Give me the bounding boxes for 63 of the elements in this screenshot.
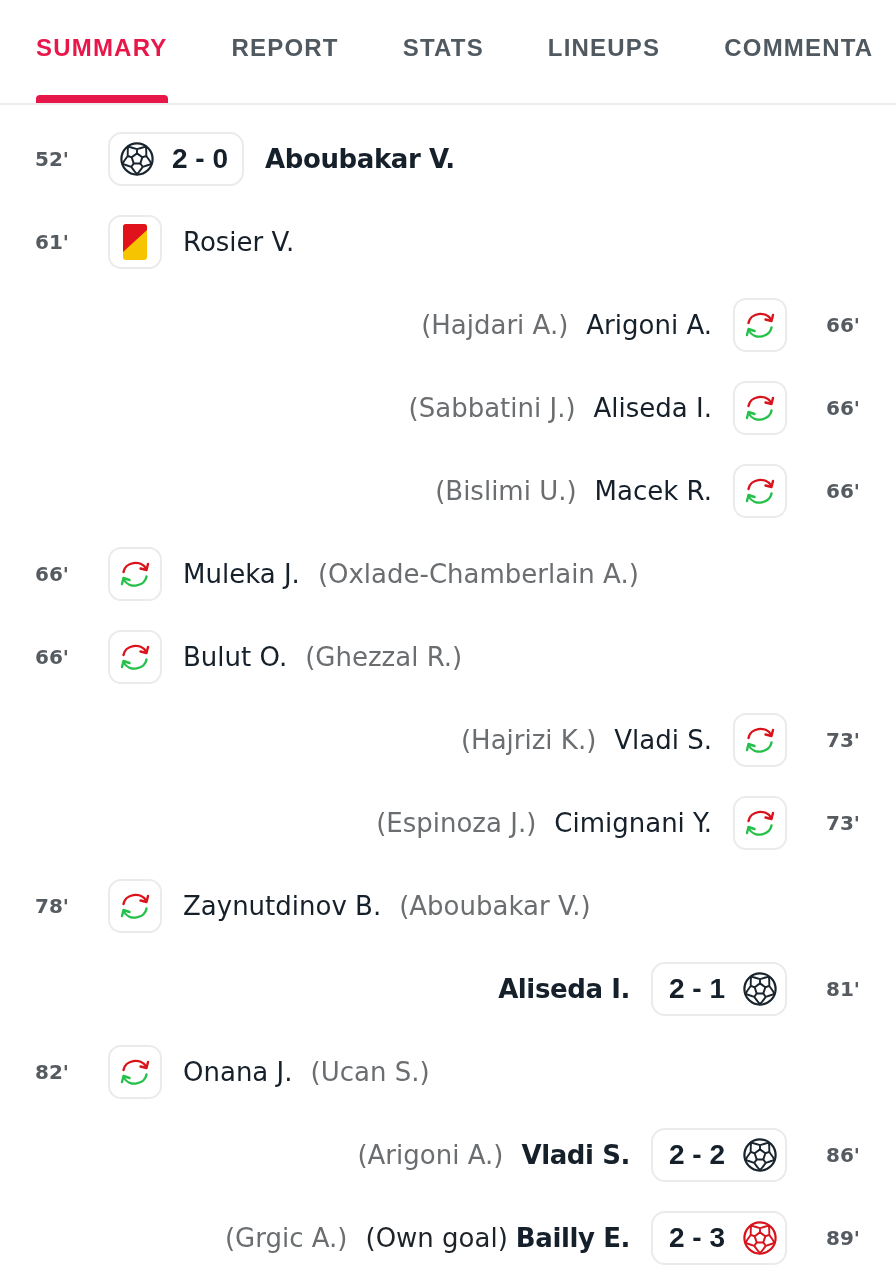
circular-arrows-icon	[108, 878, 162, 933]
minute-label: 89'	[825, 1225, 860, 1250]
player-name: Aliseda I.	[498, 973, 630, 1004]
secondary-player-name: (Ghezzal R.)	[305, 641, 463, 672]
player-name: Macek R.	[594, 475, 712, 506]
player-name: Aboubakar V.	[265, 143, 455, 174]
minute-label: 73'	[825, 727, 860, 752]
secondary-player-name: (Sabbatini J.)	[408, 392, 576, 423]
minute-label: 78'	[35, 893, 70, 918]
score-text: 2 - 1	[668, 972, 725, 1005]
score-text: 2 - 3	[668, 1221, 725, 1254]
secondary-player-name: (Arigoni A.)	[357, 1139, 504, 1170]
player-name: Onana J.	[183, 1056, 293, 1087]
minute-label: 52'	[35, 146, 70, 171]
secondary-player-name: (Hajrizi K.)	[460, 724, 597, 755]
tab[interactable]: STATS	[402, 0, 484, 103]
card-icon	[108, 214, 162, 269]
minute-label: 66'	[35, 644, 70, 669]
secondary-player-name: (Aboubakar V.)	[399, 890, 591, 921]
soccer-ball-icon	[743, 1137, 777, 1172]
circular-arrows-icon	[108, 1044, 162, 1099]
circular-arrows-icon	[733, 380, 787, 435]
minute-label: 66'	[825, 312, 860, 337]
player-name: Rosier V.	[183, 226, 295, 257]
player-name: Cimignani Y.	[554, 807, 712, 838]
secondary-player-name: (Oxlade-Chamberlain A.)	[317, 558, 639, 589]
player-name: Bulut O.	[183, 641, 288, 672]
secondary-player-name: (Bislimi U.)	[435, 475, 577, 506]
minute-label: 66'	[825, 395, 860, 420]
secondary-player-name: (Hajdari A.)	[421, 309, 569, 340]
tab[interactable]: LINEUPS	[547, 0, 661, 103]
circular-arrows-icon	[733, 712, 787, 767]
tab[interactable]: SUMMARY	[36, 0, 168, 103]
secondary-player-name: (Grgic A.)	[224, 1222, 348, 1253]
circular-arrows-icon	[108, 629, 162, 684]
circular-arrows-icon	[733, 297, 787, 352]
score-text: 2 - 2	[668, 1138, 725, 1171]
secondary-player-name: (Espinoza J.)	[376, 807, 537, 838]
minute-label: 81'	[825, 976, 860, 1001]
player-name: Muleka J.	[183, 558, 300, 589]
minute-label: 86'	[825, 1142, 860, 1167]
tab[interactable]: COMMENTA	[724, 0, 874, 103]
minute-label: 66'	[825, 478, 860, 503]
circular-arrows-icon	[733, 463, 787, 518]
player-name: Aliseda I.	[593, 392, 712, 423]
player-name: Zaynutdinov B.	[183, 890, 382, 921]
circular-arrows-icon	[108, 546, 162, 601]
soccer-ball-icon	[743, 1220, 777, 1255]
minute-label: 61'	[35, 229, 70, 254]
player-name: Vladi S.	[521, 1139, 630, 1170]
soccer-ball-icon	[120, 141, 154, 176]
minute-label: 82'	[35, 1059, 70, 1084]
player-name: Vladi S.	[614, 724, 712, 755]
score-text: 2 - 0	[172, 142, 229, 175]
minute-label: 66'	[35, 561, 70, 586]
circular-arrows-icon	[733, 795, 787, 850]
minute-label: 73'	[825, 810, 860, 835]
player-name: Arigoni A.	[586, 309, 712, 340]
soccer-ball-icon	[743, 971, 777, 1006]
tab[interactable]: REPORT	[231, 0, 339, 103]
secondary-player-name: (Ucan S.)	[310, 1056, 430, 1087]
player-name: Bailly E.	[515, 1222, 630, 1253]
own-goal-label: (Own goal)	[365, 1222, 508, 1253]
